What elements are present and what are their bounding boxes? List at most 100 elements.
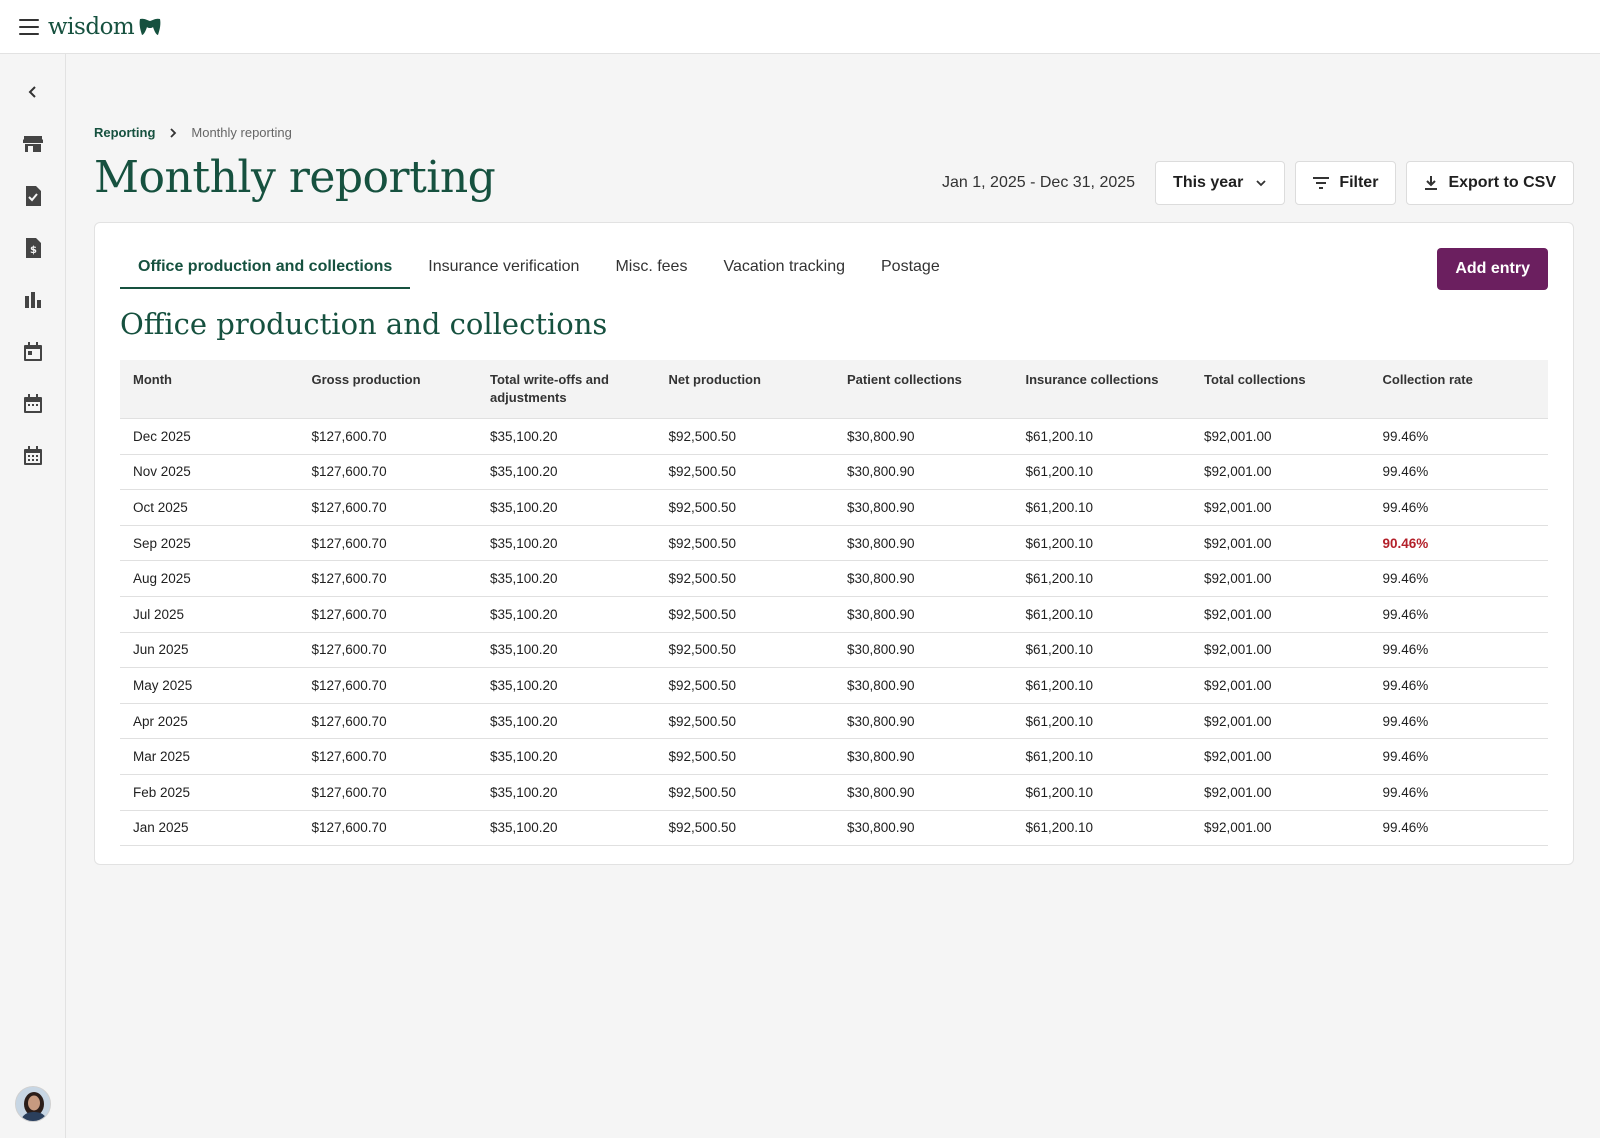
table-cell: $35,100.20: [477, 454, 656, 491]
table-cell: $35,100.20: [477, 810, 656, 847]
table-cell: $127,600.70: [298, 454, 477, 491]
calendar-grid-icon[interactable]: [21, 444, 45, 468]
tab-office-production[interactable]: Office production and collections: [120, 258, 411, 289]
table-cell: $30,800.90: [834, 667, 1013, 704]
table-row: Sep 2025 $127,600.70 $35,100.20 $92,500.50 $…: [120, 525, 1548, 562]
table-cell: $127,600.70: [298, 418, 477, 455]
tab-vacation-tracking[interactable]: Vacation tracking: [705, 258, 863, 289]
user-avatar[interactable]: [15, 1086, 51, 1122]
export-csv-button[interactable]: Export to CSV: [1406, 161, 1574, 205]
table-cell: Jan 2025: [120, 810, 299, 847]
table-cell: $92,500.50: [655, 418, 834, 455]
table-cell: $61,200.10: [1012, 596, 1191, 633]
table-row: Jul 2025 $127,600.70 $35,100.20 $92,500.50 $…: [120, 596, 1548, 633]
document-check-icon[interactable]: [21, 184, 45, 208]
table-row: Jun 2025 $127,600.70 $35,100.20 $92,500.50 $…: [120, 632, 1548, 669]
table-cell: $61,200.10: [1012, 738, 1191, 775]
table-cell: $61,200.10: [1012, 454, 1191, 491]
table-cell: $127,600.70: [298, 525, 477, 562]
logo-mark-icon: [139, 18, 161, 35]
add-entry-button[interactable]: Add entry: [1437, 248, 1548, 290]
table-cell: $61,200.10: [1012, 489, 1191, 526]
table-cell: $92,500.50: [655, 454, 834, 491]
filter-button[interactable]: Filter: [1295, 161, 1397, 205]
document-dollar-icon[interactable]: $: [21, 236, 45, 260]
table-row: Apr 2025 $127,600.70 $35,100.20 $92,500.50 $…: [120, 703, 1548, 740]
table-row: Dec 2025 $127,600.70 $35,100.20 $92,500.50 $…: [120, 418, 1548, 455]
table-cell: $127,600.70: [298, 667, 477, 704]
table-cell: $92,500.50: [655, 703, 834, 740]
filter-icon: [1313, 177, 1330, 189]
tab-postage[interactable]: Postage: [863, 258, 958, 289]
table-cell: 99.46%: [1369, 738, 1548, 775]
column-header: Patient collections: [834, 360, 1013, 419]
table-cell: $61,200.10: [1012, 560, 1191, 597]
table-cell: $61,200.10: [1012, 632, 1191, 669]
table-cell: $92,001.00: [1191, 418, 1370, 455]
table-cell: Aug 2025: [120, 560, 299, 597]
table-cell: Oct 2025: [120, 489, 299, 526]
table-row: May 2025 $127,600.70 $35,100.20 $92,500.50 $…: [120, 667, 1548, 704]
table-cell: $30,800.90: [834, 774, 1013, 811]
logo[interactable]: wisdom: [48, 14, 162, 40]
table-cell: 99.46%: [1369, 418, 1548, 455]
column-header: Insurance collections: [1012, 360, 1191, 419]
table-cell: $35,100.20: [477, 703, 656, 740]
column-header: Total collections: [1191, 360, 1370, 419]
collapse-chevron-icon[interactable]: [21, 80, 45, 104]
table-cell: $61,200.10: [1012, 703, 1191, 740]
table-cell: Mar 2025: [120, 738, 299, 775]
page-title: Monthly reporting: [94, 152, 496, 203]
table-cell: $127,600.70: [298, 489, 477, 526]
table-cell: $35,100.20: [477, 596, 656, 633]
table-cell: 99.46%: [1369, 774, 1548, 811]
table-cell: $92,001.00: [1191, 596, 1370, 633]
download-icon: [1424, 175, 1438, 191]
table-cell: $127,600.70: [298, 738, 477, 775]
table-cell: $92,500.50: [655, 667, 834, 704]
table-cell: $127,600.70: [298, 560, 477, 597]
table-cell: Dec 2025: [120, 418, 299, 455]
table-row: Jan 2025 $127,600.70 $35,100.20 $92,500.50 $…: [120, 810, 1548, 847]
table-cell: $92,001.00: [1191, 525, 1370, 562]
table-cell: $35,100.20: [477, 738, 656, 775]
table-cell: $35,100.20: [477, 489, 656, 526]
calendar-event-icon[interactable]: [21, 340, 45, 364]
table-cell: $92,001.00: [1191, 454, 1370, 491]
report-table: Month Gross production Total write-offs an…: [120, 360, 1548, 847]
table-cell: $30,800.90: [834, 489, 1013, 526]
table-cell: Jul 2025: [120, 596, 299, 633]
table-cell: 99.46%: [1369, 810, 1548, 847]
date-range-label: Jan 1, 2025 - Dec 31, 2025: [942, 174, 1136, 191]
table-cell: $35,100.20: [477, 774, 656, 811]
table-cell: $92,500.50: [655, 810, 834, 847]
table-cell: $92,500.50: [655, 774, 834, 811]
table-cell: $92,001.00: [1191, 774, 1370, 811]
table-cell: $92,500.50: [655, 738, 834, 775]
table-cell: Nov 2025: [120, 454, 299, 491]
calendar-icon[interactable]: [21, 392, 45, 416]
table-cell: $30,800.90: [834, 454, 1013, 491]
section-title: Office production and collections: [120, 307, 608, 341]
menu-icon[interactable]: [19, 18, 39, 35]
table-cell: $35,100.20: [477, 525, 656, 562]
table-cell: $61,200.10: [1012, 810, 1191, 847]
table-cell: 99.46%: [1369, 489, 1548, 526]
table-body: Dec 2025 $127,600.70 $35,100.20 $92,500.50 $…: [120, 418, 1548, 847]
tab-misc-fees[interactable]: Misc. fees: [597, 258, 705, 289]
table-cell: $127,600.70: [298, 774, 477, 811]
column-header: Total write-offs and adjustments: [477, 360, 656, 419]
table-cell: $127,600.70: [298, 632, 477, 669]
table-cell: $92,500.50: [655, 596, 834, 633]
logo-text: wisdom: [48, 13, 135, 40]
tab-insurance-verification[interactable]: Insurance verification: [410, 258, 597, 289]
period-select[interactable]: This year: [1155, 161, 1286, 205]
table-cell: $35,100.20: [477, 632, 656, 669]
table-cell: $127,600.70: [298, 810, 477, 847]
breadcrumb-reporting-link[interactable]: Reporting: [94, 125, 155, 140]
store-icon[interactable]: [21, 132, 45, 156]
table-cell: $92,500.50: [655, 632, 834, 669]
bar-chart-icon[interactable]: [21, 288, 45, 312]
column-header: Net production: [655, 360, 834, 419]
table-cell: $92,001.00: [1191, 738, 1370, 775]
